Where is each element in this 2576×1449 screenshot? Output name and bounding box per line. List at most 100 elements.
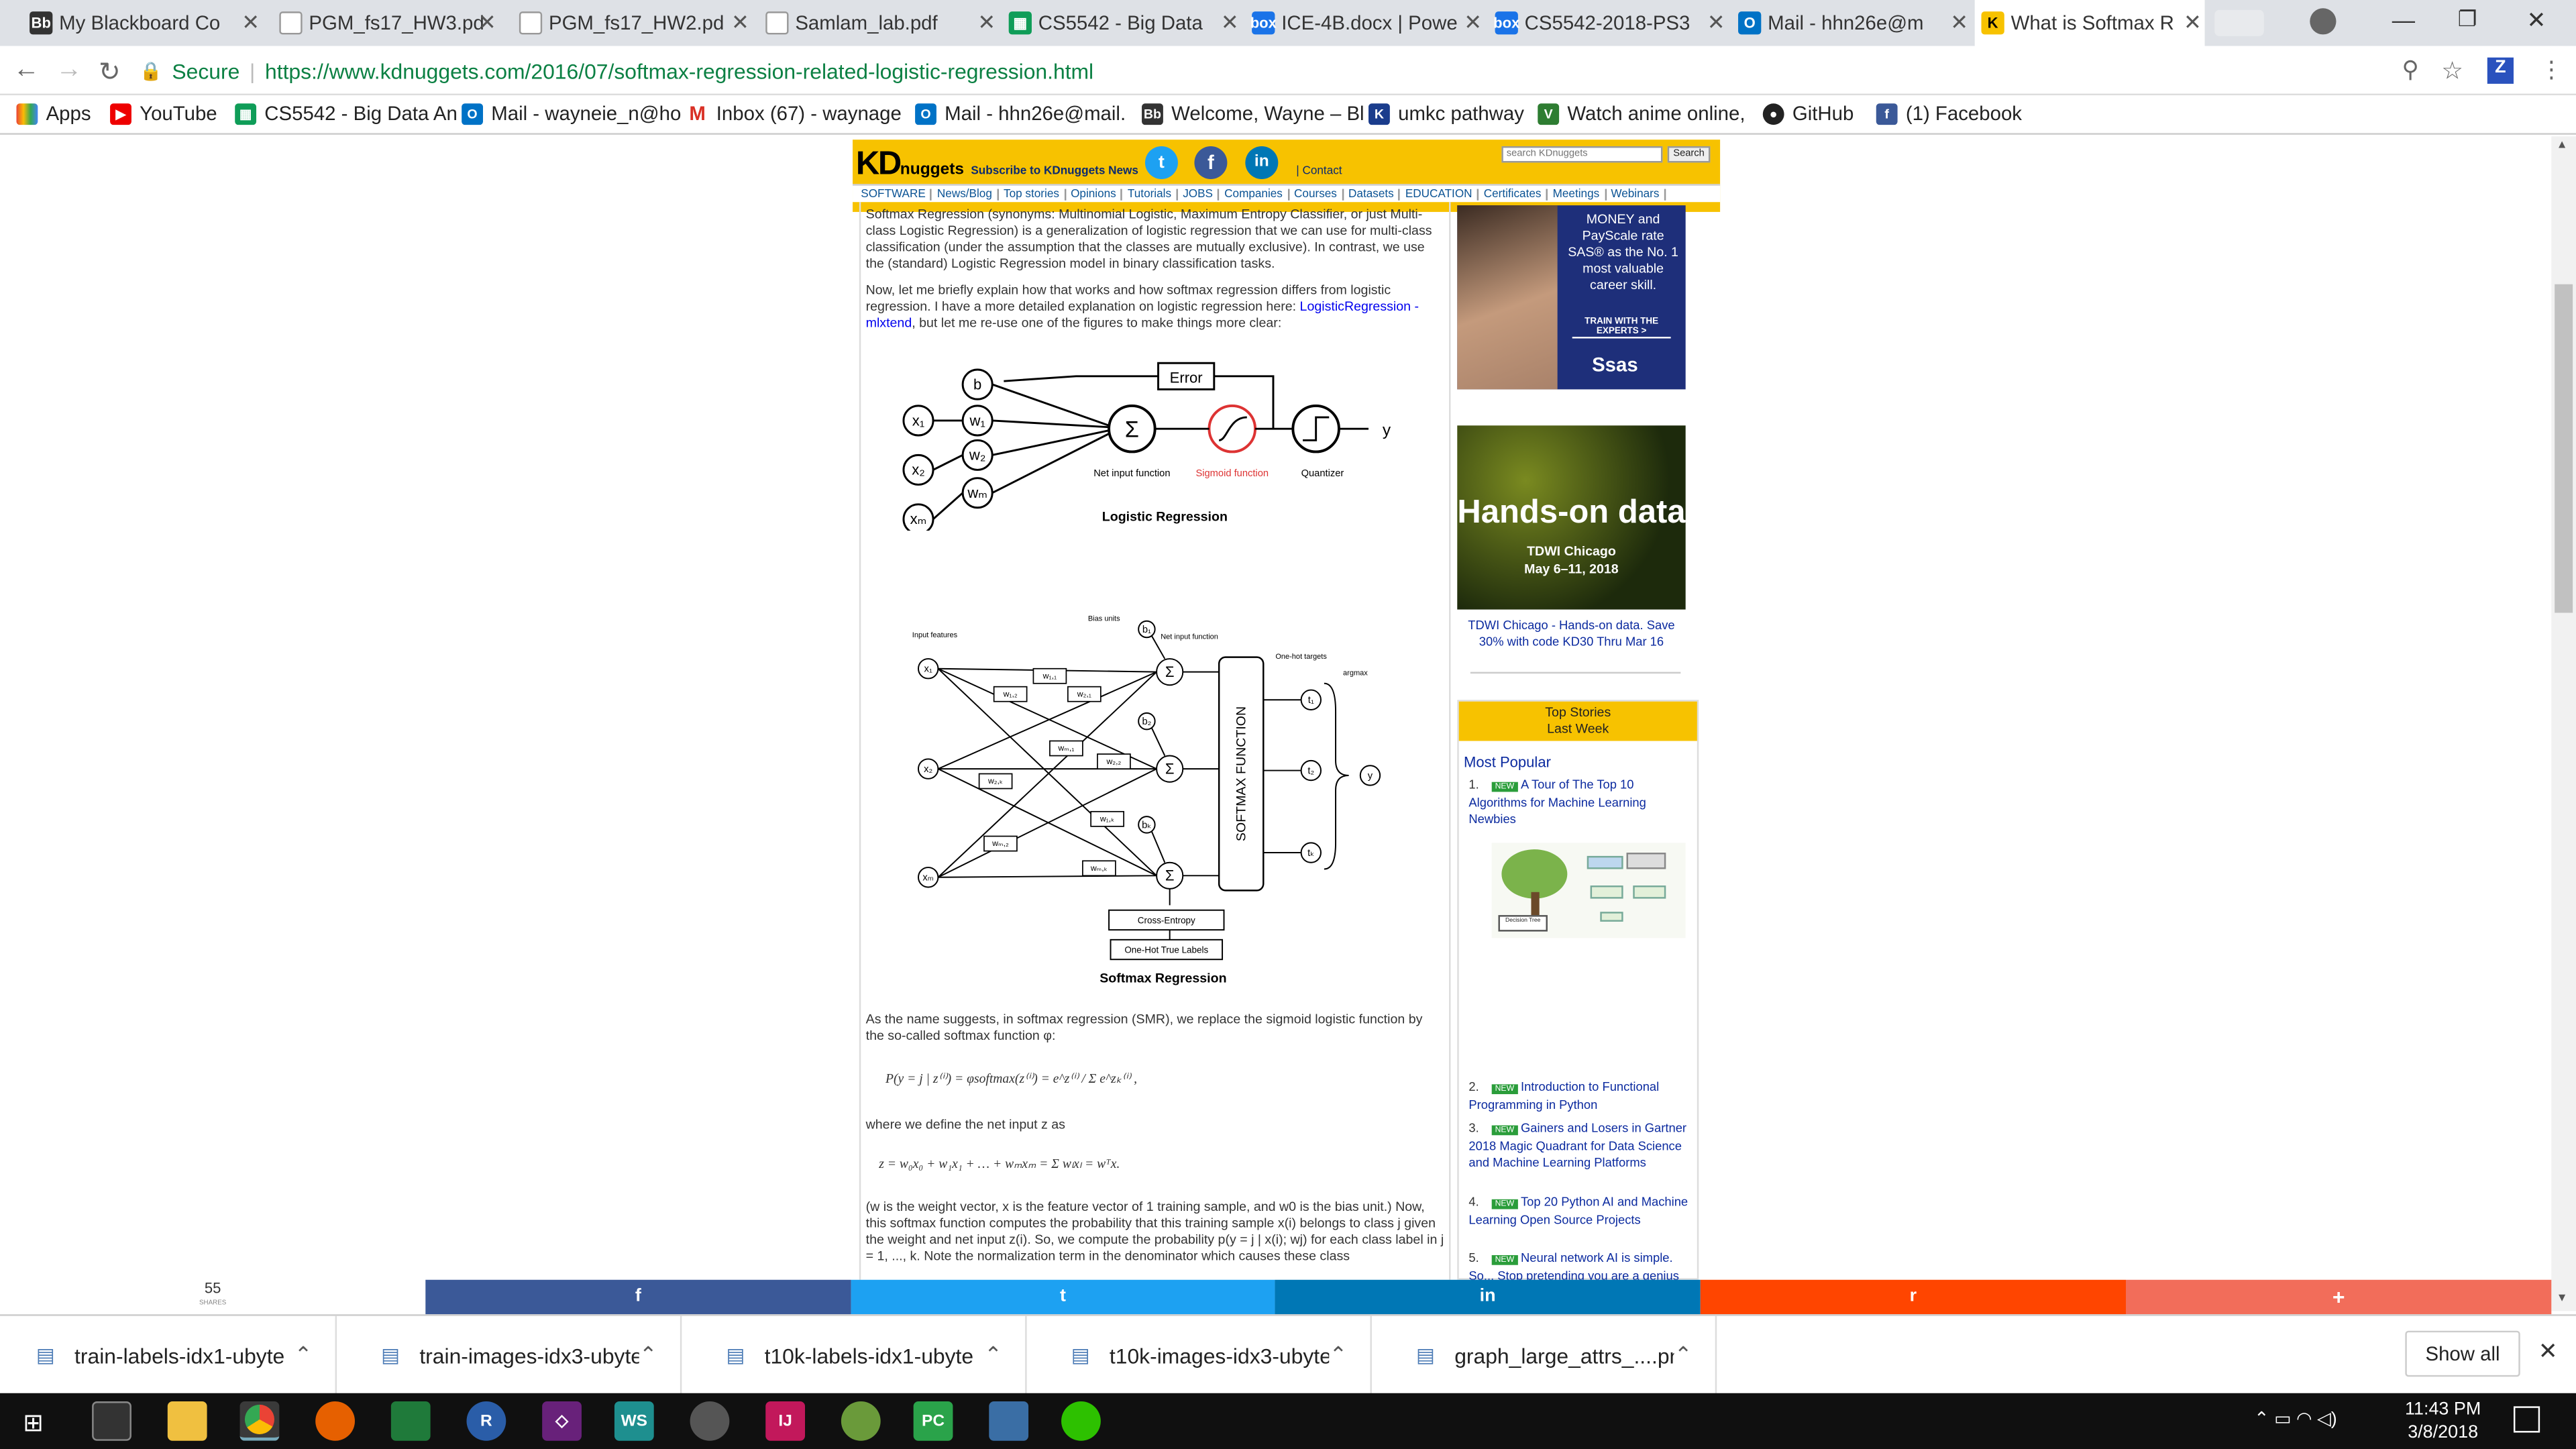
- minimize-button[interactable]: —: [2392, 7, 2415, 33]
- page-scrollbar[interactable]: ▲ ▼: [2551, 136, 2576, 1311]
- chevron-up-icon[interactable]: ⌃: [984, 1342, 1002, 1368]
- nav-link-datasets[interactable]: Datasets: [1344, 188, 1401, 200]
- story-item[interactable]: 5. NEW Neural network AI is simple. So... …: [1468, 1250, 1692, 1280]
- nav-link-news-blog[interactable]: News/Blog: [932, 188, 999, 200]
- linkedin-icon[interactable]: in: [1245, 146, 1279, 179]
- tab-cs5542-sheet[interactable]: ▦ CS5542 - Big Data ✕: [1002, 0, 1242, 46]
- android-icon[interactable]: [841, 1401, 881, 1441]
- share-twitter-button[interactable]: t: [851, 1279, 1275, 1315]
- webstorm-icon[interactable]: WS: [614, 1401, 654, 1441]
- story-item[interactable]: 2. NEW Introduction to Functional Programm…: [1468, 1079, 1692, 1114]
- story-item[interactable]: 1. NEW A Tour of The Top 10 Algorithms for…: [1468, 777, 1692, 828]
- download-item[interactable]: ▤ train-images-idx3-ubyte ⌃: [345, 1316, 682, 1395]
- nav-link-software[interactable]: SOFTWARE: [856, 188, 932, 200]
- search-button[interactable]: Search: [1667, 146, 1711, 163]
- share-linkedin-button[interactable]: in: [1275, 1279, 1701, 1315]
- kdnuggets-logo[interactable]: KDnuggets: [856, 146, 964, 184]
- bookmark-star-icon[interactable]: ☆: [2441, 56, 2463, 86]
- story-item[interactable]: 4. NEW Top 20 Python AI and Machine Learni…: [1468, 1194, 1692, 1228]
- nav-link-top-stories[interactable]: Top stories: [999, 188, 1066, 200]
- visual-studio-icon[interactable]: ◇: [542, 1401, 582, 1441]
- zoom-icon[interactable]: ⚲: [2402, 56, 2418, 84]
- chevron-up-icon[interactable]: ⌃: [1329, 1342, 1347, 1368]
- task-view-icon[interactable]: [92, 1401, 131, 1441]
- close-icon[interactable]: ✕: [2184, 10, 2202, 36]
- scrollbar-thumb[interactable]: [2555, 284, 2573, 613]
- tab-pgm-hw2[interactable]: PGM_fs17_HW2.pd ✕: [513, 0, 753, 46]
- bookmark-inbox[interactable]: M Inbox (67) - waynage: [686, 102, 902, 125]
- nav-link-opinions[interactable]: Opinions: [1066, 188, 1123, 200]
- decision-tree-thumbnail[interactable]: Decision Tree: [1491, 843, 1686, 938]
- firefox-icon[interactable]: [315, 1401, 355, 1441]
- bookmark-facebook[interactable]: f (1) Facebook: [1876, 102, 2022, 125]
- tab-pgm-hw3[interactable]: PGM_fs17_HW3.pd ✕: [273, 0, 500, 46]
- bookmark-mail-hotmail[interactable]: O Mail - wayneie_n@ho: [462, 102, 681, 125]
- tdwi-ad[interactable]: Hands-on data TDWI Chicago May 6–11, 201…: [1457, 425, 1686, 610]
- download-item[interactable]: ▤ t10k-labels-idx1-ubyte ⌃: [690, 1316, 1027, 1395]
- tab-mail[interactable]: O Mail - hhn26e@m ✕: [1731, 0, 1972, 46]
- nav-link-courses[interactable]: Courses: [1289, 188, 1344, 200]
- search-input[interactable]: [1501, 146, 1663, 163]
- bookmark-github[interactable]: ● GitHub: [1762, 102, 1854, 125]
- wechat-icon[interactable]: [1061, 1401, 1101, 1441]
- nav-link-jobs[interactable]: JOBS: [1178, 188, 1220, 200]
- close-icon[interactable]: ✕: [1464, 10, 1482, 36]
- close-icon[interactable]: ✕: [1707, 10, 1725, 36]
- intellij-icon[interactable]: IJ: [765, 1401, 806, 1441]
- share-reddit-button[interactable]: r: [1700, 1279, 2127, 1315]
- url-field[interactable]: 🔒 Secure | https://www.kdnuggets.com/201…: [140, 49, 2479, 92]
- file-explorer-icon[interactable]: [167, 1401, 207, 1441]
- chevron-up-icon[interactable]: ⌃: [1674, 1342, 1693, 1368]
- nav-link-education[interactable]: EDUCATION: [1401, 188, 1479, 200]
- download-item[interactable]: ▤ train-labels-idx1-ubyte ⌃: [0, 1316, 337, 1395]
- chevron-up-icon[interactable]: ⌃: [639, 1342, 657, 1368]
- menu-icon[interactable]: ⋮: [2540, 56, 2563, 84]
- chrome-icon[interactable]: [239, 1401, 280, 1441]
- close-icon[interactable]: ✕: [731, 10, 749, 36]
- reload-icon[interactable]: ↻: [99, 56, 121, 89]
- nav-link-certificates[interactable]: Certificates: [1479, 188, 1548, 200]
- share-facebook-button[interactable]: f: [425, 1279, 851, 1315]
- close-window-button[interactable]: ✕: [2527, 7, 2546, 35]
- scroll-up-icon[interactable]: ▲: [2557, 140, 2568, 151]
- forward-icon[interactable]: →: [56, 56, 82, 85]
- profile-icon[interactable]: [2310, 8, 2337, 35]
- bookmark-mail-umkc[interactable]: O Mail - hhn26e@mail.: [915, 102, 1126, 125]
- nav-link-webinars[interactable]: Webinars: [1606, 188, 1666, 200]
- nav-link-companies[interactable]: Companies: [1220, 188, 1289, 200]
- spreadsheet-icon[interactable]: [390, 1401, 431, 1441]
- story-item[interactable]: 3. NEW Gainers and Losers in Gartner 2018 …: [1468, 1120, 1692, 1171]
- tab-cs5542-ps3[interactable]: box CS5542-2018-PS3 ✕: [1489, 0, 1729, 46]
- windows-start-icon[interactable]: ⊞: [23, 1408, 44, 1438]
- tray-icons[interactable]: ⌃ ▭ ◠ ◁): [2254, 1408, 2337, 1429]
- nav-link-meetings[interactable]: Meetings: [1548, 188, 1606, 200]
- contact-link[interactable]: | Contact: [1296, 166, 1342, 177]
- back-icon[interactable]: ←: [13, 56, 40, 85]
- close-icon[interactable]: ✕: [1950, 10, 1968, 36]
- show-all-button[interactable]: Show all: [2405, 1330, 2520, 1377]
- facebook-icon[interactable]: f: [1194, 146, 1228, 179]
- tab-blackboard[interactable]: Bb My Blackboard Co ✕: [23, 0, 263, 46]
- bookmark-youtube[interactable]: ▶ YouTube: [110, 102, 217, 125]
- nav-link-tutorials[interactable]: Tutorials: [1123, 188, 1178, 200]
- close-icon[interactable]: ✕: [241, 10, 260, 36]
- close-icon[interactable]: ✕: [478, 10, 496, 36]
- twitter-icon[interactable]: t: [1144, 146, 1178, 179]
- restore-button[interactable]: ❐: [2458, 7, 2477, 33]
- scroll-down-icon[interactable]: ▼: [2557, 1293, 2568, 1304]
- clock[interactable]: 11:43 PM 3/8/2018: [2385, 1398, 2500, 1444]
- bookmark-cs5542[interactable]: ▦ CS5542 - Big Data An: [235, 102, 458, 125]
- sas-ad[interactable]: MONEY and PayScale rate SAS® as the No. …: [1457, 205, 1686, 390]
- share-more-button[interactable]: +: [2126, 1279, 2552, 1315]
- download-item[interactable]: ▤ graph_large_attrs_....png ⌃: [1380, 1316, 1717, 1395]
- subscribe-link[interactable]: Subscribe to KDnuggets News: [971, 166, 1138, 177]
- virtualbox-icon[interactable]: [989, 1401, 1029, 1441]
- github-desktop-icon[interactable]: [690, 1401, 730, 1441]
- bookmark-blackboard[interactable]: Bb Welcome, Wayne – Bl: [1142, 102, 1364, 125]
- r-icon[interactable]: R: [466, 1401, 506, 1441]
- tab-ice-4b[interactable]: box ICE-4B.docx | Powe ✕: [1245, 0, 1485, 46]
- notifications-icon[interactable]: [2513, 1406, 2540, 1433]
- new-tab-button[interactable]: [2214, 9, 2264, 36]
- download-item[interactable]: ▤ t10k-images-idx3-ubyte ⌃: [1035, 1316, 1372, 1395]
- tab-softmax[interactable]: K What is Softmax R ✕: [1974, 0, 2205, 46]
